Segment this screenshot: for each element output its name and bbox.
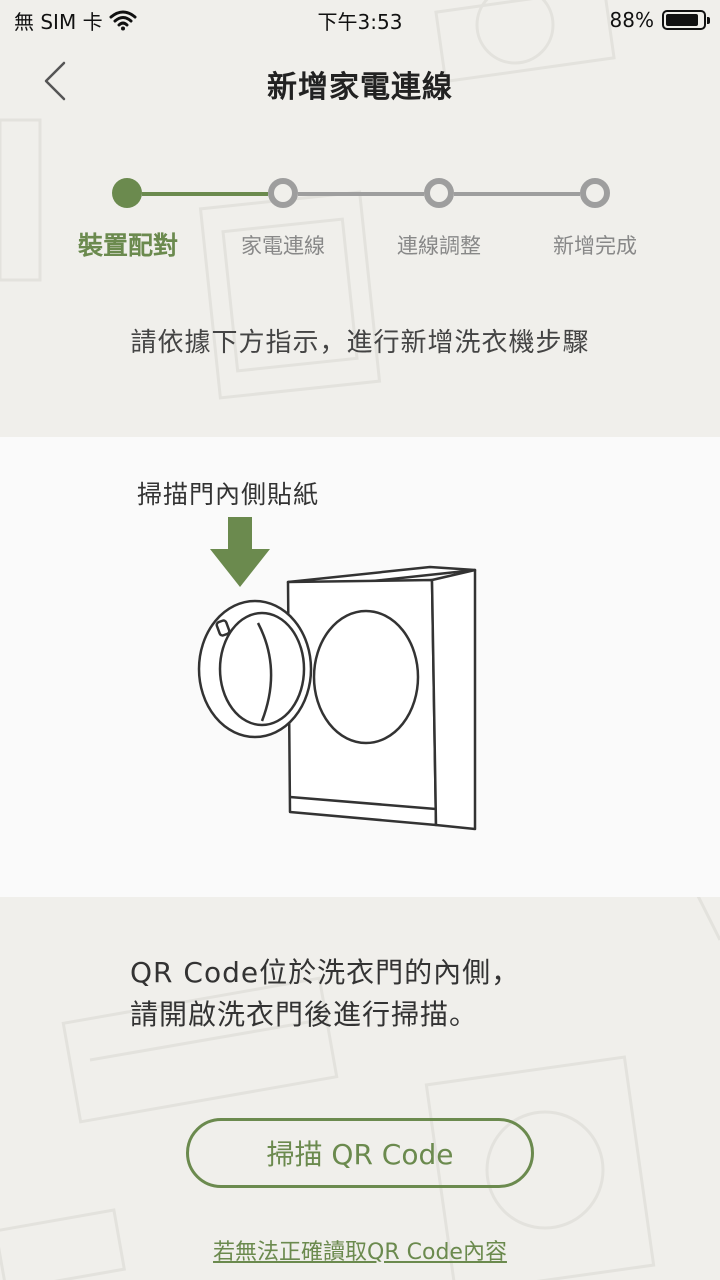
- page-title: 新增家電連線: [267, 70, 453, 105]
- step-dot-2: [268, 178, 298, 208]
- step-dot-1: [112, 178, 142, 208]
- step-label-complete: 新增完成: [553, 234, 637, 258]
- step-dot-4: [580, 178, 610, 208]
- step-dot-3: [424, 178, 454, 208]
- status-bar: 無 SIM 卡 下午3:53 88%: [0, 0, 720, 40]
- battery-icon: [662, 10, 710, 30]
- washing-machine-icon: [197, 565, 477, 831]
- arrow-down-icon: [210, 517, 270, 587]
- step-connector-1: [142, 192, 268, 196]
- qr-read-fail-link[interactable]: 若無法正確讀取QR Code內容: [0, 1234, 720, 1266]
- step-connector-3: [454, 192, 580, 196]
- step-label-appliance-connection: 家電連線: [241, 234, 325, 258]
- navigation-bar: 新增家電連線: [0, 40, 720, 124]
- step-label-connection-adjust: 連線調整: [397, 234, 481, 258]
- description-line-1: QR Code位於洗衣門的內側，: [130, 956, 521, 989]
- battery-level: [666, 14, 698, 26]
- description-line-2: 請開啟洗衣門後進行掃描。: [130, 998, 479, 1031]
- qr-location-description: QR Code位於洗衣門的內側， 請開啟洗衣門後進行掃描。: [130, 952, 630, 1036]
- scan-qr-code-button[interactable]: 掃描 QR Code: [186, 1118, 534, 1188]
- wifi-icon: [109, 10, 137, 31]
- progress-stepper: 裝置配對 家電連線 連線調整 新增完成: [0, 178, 720, 268]
- instruction-text: 請依據下方指示，進行新增洗衣機步驟: [130, 328, 590, 358]
- illustration-panel: 掃描門內側貼紙: [0, 437, 720, 897]
- carrier-label: 無 SIM 卡: [14, 9, 103, 34]
- battery-percent: 88%: [609, 8, 654, 32]
- step-connector-2: [298, 192, 424, 196]
- washing-machine-illustration: [197, 517, 477, 831]
- step-label-device-pairing: 裝置配對: [77, 231, 178, 260]
